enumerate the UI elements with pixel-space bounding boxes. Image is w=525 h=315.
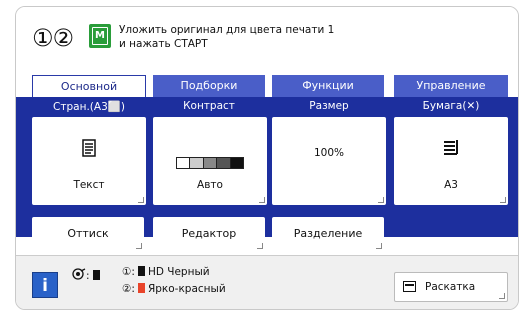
corner-mark [378,197,384,203]
tab-bar: Основной Подборки Функции Управление [16,75,518,99]
printer-icon [403,281,416,292]
tab-basic[interactable]: Основной [32,75,146,99]
proof-button-label: Оттиск [67,227,109,240]
ink-1-swatch [137,266,145,276]
idling-button-label: Раскатка [425,281,476,293]
drum-indicators: ①② [32,24,74,52]
contrast-button[interactable]: Авто [153,117,267,205]
label-contrast: Контраст [183,100,235,112]
status-bar: i : ①: HD Черный ②: Ярко-красный Раскатка [16,255,518,309]
contrast-value: Авто [197,179,223,191]
contrast-scale-icon [176,157,244,169]
ink-2-index: ②: [122,283,135,295]
idling-button[interactable]: Раскатка [394,272,508,302]
size-button[interactable]: 100% [272,117,386,205]
status-message: Уложить оригинал для цвета печати 1 и на… [119,23,334,51]
drum-icon [72,268,86,280]
document-text-icon [32,139,146,162]
control-panel-screen: ①② M Уложить оригинал для цвета печати 1… [15,6,519,310]
corner-mark [259,197,265,203]
ink-1-index: ①: [122,266,135,278]
label-size: Размер [309,100,349,112]
ink-2-name: Ярко-красный [147,283,226,295]
drum-ink-swatch [92,270,100,280]
paper-button[interactable]: А3 [394,117,508,205]
drum-status: : [72,268,103,282]
corner-mark [138,197,144,203]
tab-management[interactable]: Управление [394,75,508,97]
paper-value: А3 [444,179,458,191]
ink-1-name: HD Черный [147,266,210,278]
info-button[interactable]: i [32,272,58,298]
editor-button[interactable]: Редактор [153,217,265,251]
separation-button-label: Разделение [293,227,363,240]
corner-mark [499,293,505,299]
label-pages: Стран.(А3⬜) [53,101,125,113]
separation-button[interactable]: Разделение [272,217,384,251]
corner-mark [500,197,506,203]
message-line-1: Уложить оригинал для цвета печати 1 [119,24,335,36]
ink-1-row: ①: HD Черный [122,266,210,278]
corner-mark [257,243,263,249]
message-line-2: и нажать СТАРТ [119,38,208,50]
label-paper: Бумага(✕) [422,100,480,112]
tab-functions[interactable]: Функции [272,75,384,97]
master-icon-letter: M [92,27,108,45]
corner-mark [136,243,142,249]
ink-2-swatch [137,283,145,293]
editor-button-label: Редактор [181,227,237,240]
proof-button[interactable]: Оттиск [32,217,144,251]
message-area: ①② M Уложить оригинал для цвета печати 1… [16,7,518,77]
original-type-value: Текст [73,179,105,191]
original-type-button[interactable]: Текст [32,117,146,205]
master-icon: M [89,24,111,48]
corner-mark [376,243,382,249]
tab-collections[interactable]: Подборки [153,75,265,97]
paper-stack-icon [394,139,508,160]
ink-2-row: ②: Ярко-красный [122,283,226,295]
drum-colon: : [86,270,90,282]
size-value: 100% [313,147,345,159]
